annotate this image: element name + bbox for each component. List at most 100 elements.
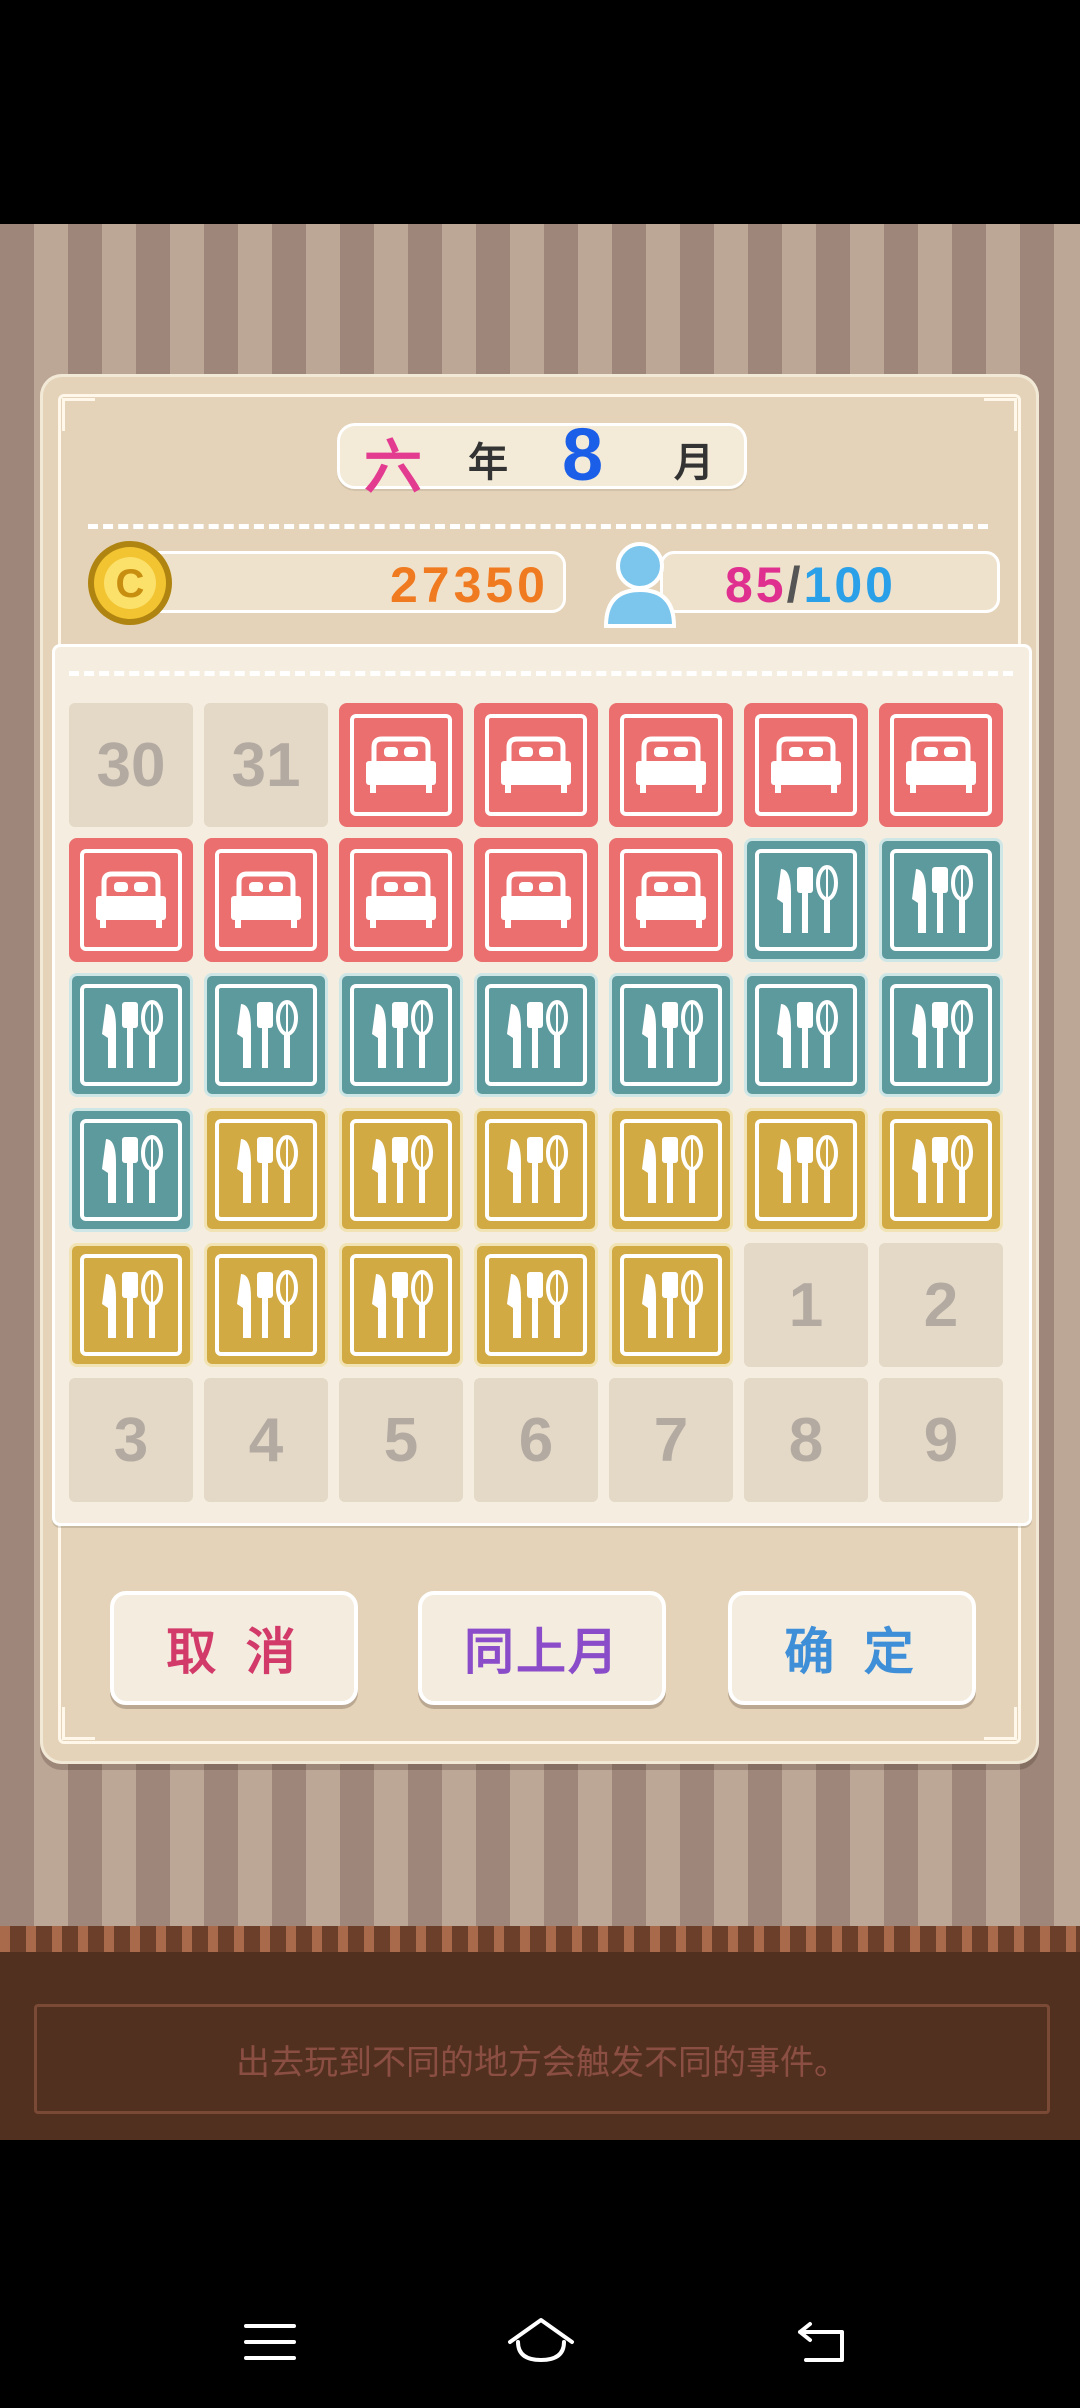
utensils-icon <box>350 984 452 1086</box>
calendar-day-work-gold[interactable] <box>204 1108 328 1232</box>
back-icon[interactable] <box>796 2320 848 2368</box>
calendar-divider <box>69 671 1013 676</box>
calendar-day-work-teal[interactable] <box>744 973 868 1097</box>
utensils-icon <box>890 984 992 1086</box>
calendar-day-work-teal[interactable] <box>69 1108 193 1232</box>
utensils-icon <box>215 1254 317 1356</box>
calendar-day-work-teal[interactable] <box>204 973 328 1097</box>
calendar-day-work-teal[interactable] <box>879 973 1003 1097</box>
utensils-icon <box>215 984 317 1086</box>
calendar-day-rest[interactable] <box>744 703 868 827</box>
month-value: 8 <box>562 413 604 496</box>
calendar-day-empty: 2 <box>879 1243 1003 1367</box>
calendar-day-empty: 8 <box>744 1378 868 1502</box>
calendar-day-empty: 1 <box>744 1243 868 1367</box>
calendar-day-empty: 30 <box>69 703 193 827</box>
utensils-icon <box>485 1254 587 1356</box>
calendar-grid: 30 31 1 2 3 4 5 6 7 8 9 <box>52 644 1032 1526</box>
bed-icon <box>350 714 452 816</box>
money-value: 27350 <box>389 557 549 613</box>
tip-border <box>0 1926 1080 1952</box>
corner-ornament <box>984 1707 1017 1740</box>
calendar-day-rest[interactable] <box>339 838 463 962</box>
cancel-button[interactable]: 取 消 <box>110 1591 358 1705</box>
utensils-icon <box>890 1119 992 1221</box>
calendar-day-work-teal[interactable] <box>339 973 463 1097</box>
calendar-day-empty: 6 <box>474 1378 598 1502</box>
utensils-icon <box>350 1119 452 1221</box>
calendar-day-work-gold[interactable] <box>339 1108 463 1232</box>
svg-text:C: C <box>116 562 145 606</box>
calendar-day-empty: 7 <box>609 1378 733 1502</box>
calendar-day-work-teal[interactable] <box>69 973 193 1097</box>
calendar-day-empty: 3 <box>69 1378 193 1502</box>
bed-icon <box>80 849 182 951</box>
calendar-day-empty: 9 <box>879 1378 1003 1502</box>
utensils-icon <box>80 984 182 1086</box>
confirm-button[interactable]: 确 定 <box>728 1591 976 1705</box>
bed-icon <box>755 714 857 816</box>
utensils-icon <box>485 984 587 1086</box>
coin-icon: C <box>86 539 174 627</box>
energy-max: 100 <box>803 557 896 613</box>
year-label: 六 <box>364 433 423 501</box>
month-suffix: 月 <box>674 440 714 486</box>
calendar-day-rest[interactable] <box>204 838 328 962</box>
calendar-day-work-teal[interactable] <box>474 973 598 1097</box>
calendar-day-work-teal[interactable] <box>879 838 1003 962</box>
utensils-icon <box>620 1119 722 1221</box>
calendar-day-work-gold[interactable] <box>69 1243 193 1367</box>
bed-icon <box>620 849 722 951</box>
energy-current: 85 <box>725 557 787 613</box>
calendar-day-work-gold[interactable] <box>474 1243 598 1367</box>
calendar-day-rest[interactable] <box>339 703 463 827</box>
calendar-day-work-gold[interactable] <box>609 1243 733 1367</box>
calendar-day-work-gold[interactable] <box>474 1108 598 1232</box>
calendar-day-work-gold[interactable] <box>204 1243 328 1367</box>
bed-icon <box>350 849 452 951</box>
utensils-icon <box>80 1119 182 1221</box>
menu-icon[interactable] <box>244 2320 296 2368</box>
money-bar: 27350 <box>110 551 566 613</box>
calendar-day-empty: 31 <box>204 703 328 827</box>
bed-icon <box>215 849 317 951</box>
calendar-day-rest[interactable] <box>609 703 733 827</box>
corner-ornament <box>62 398 95 431</box>
corner-ornament <box>984 398 1017 431</box>
calendar-day-rest[interactable] <box>474 838 598 962</box>
calendar-day-work-teal[interactable] <box>609 973 733 1097</box>
utensils-icon <box>215 1119 317 1221</box>
energy-separator: / <box>786 557 804 613</box>
calendar-day-work-gold[interactable] <box>879 1108 1003 1232</box>
divider <box>88 524 988 529</box>
utensils-icon <box>755 849 857 951</box>
year-suffix: 年 <box>468 440 508 486</box>
calendar-day-rest[interactable] <box>879 703 1003 827</box>
calendar-day-rest[interactable] <box>609 838 733 962</box>
tip-text: 出去玩到不同的地方会触发不同的事件。 <box>34 2004 1050 2114</box>
calendar-day-empty: 4 <box>204 1378 328 1502</box>
game-screen: 六 年 8 月 27350 C 85/100 30 31 1 2 3 4 5 6… <box>0 224 1080 2140</box>
utensils-icon <box>350 1254 452 1356</box>
utensils-icon <box>485 1119 587 1221</box>
calendar-day-rest[interactable] <box>69 838 193 962</box>
calendar-day-work-teal[interactable] <box>744 838 868 962</box>
same-as-last-month-button[interactable]: 同上月 <box>418 1591 666 1705</box>
calendar-day-rest[interactable] <box>474 703 598 827</box>
utensils-icon <box>755 1119 857 1221</box>
system-nav-bar <box>0 2260 1080 2408</box>
calendar-day-work-gold[interactable] <box>609 1108 733 1232</box>
utensils-icon <box>620 1254 722 1356</box>
energy-bar: 85/100 <box>660 551 1000 613</box>
calendar-day-work-gold[interactable] <box>339 1243 463 1367</box>
utensils-icon <box>620 984 722 1086</box>
utensils-icon <box>755 984 857 1086</box>
bed-icon <box>485 714 587 816</box>
calendar-day-empty: 5 <box>339 1378 463 1502</box>
utensils-icon <box>80 1254 182 1356</box>
date-title: 六 年 8 月 <box>337 413 747 501</box>
bed-icon <box>620 714 722 816</box>
schedule-panel: 六 年 8 月 27350 C 85/100 30 31 1 2 3 4 5 6… <box>40 374 1039 1764</box>
calendar-day-work-gold[interactable] <box>744 1108 868 1232</box>
home-icon[interactable] <box>506 2316 576 2368</box>
